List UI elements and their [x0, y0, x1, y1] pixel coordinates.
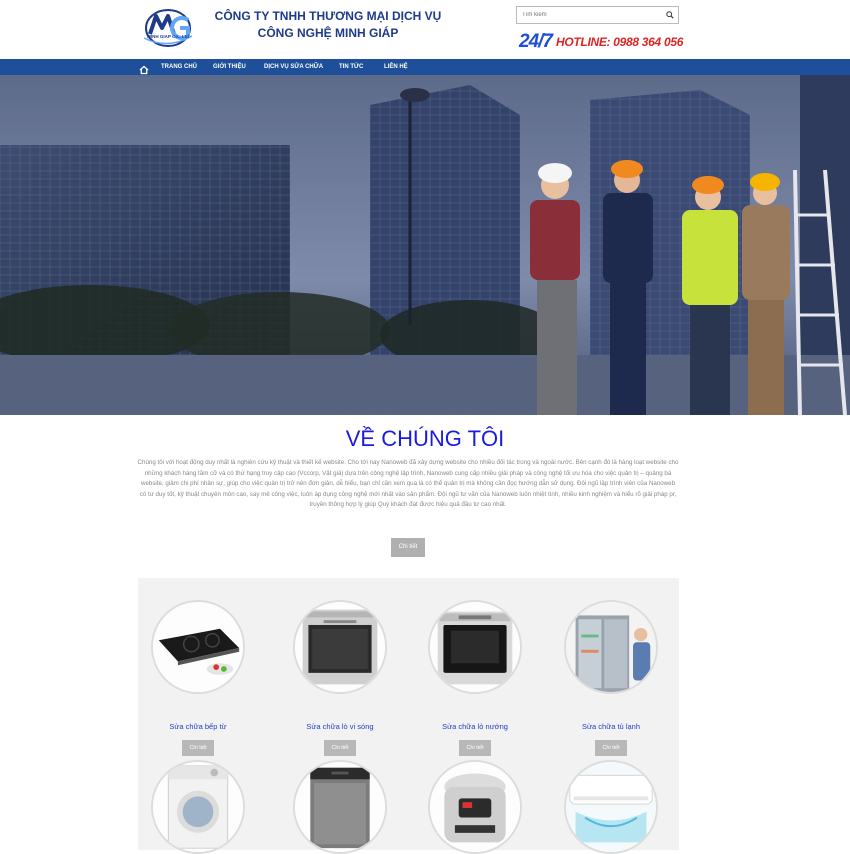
hotline-247: 24/7 — [519, 31, 553, 52]
company-name-line2: CÔNG NGHỆ MINH GIÁP — [257, 26, 399, 40]
nav-item-news[interactable]: TIN TỨC — [339, 59, 363, 75]
service-detail-button-refrigerator[interactable]: Chi tiết — [595, 740, 627, 756]
search-icon[interactable] — [661, 7, 678, 23]
service-label-oven[interactable]: Sửa chữa lò nướng — [415, 722, 535, 731]
hero-image — [0, 75, 850, 415]
dishwasher-image[interactable] — [293, 760, 387, 854]
service-label-refrigerator[interactable]: Sửa chữa tủ lạnh — [551, 722, 671, 731]
service-label-microwave[interactable]: Sửa chữa lò vi sóng — [280, 722, 400, 731]
services-section: Sửa chữa bếp từ Chi tiết Sửa chữa lò vi … — [138, 578, 679, 854]
search-input[interactable] — [517, 7, 662, 23]
induction-cooktop-image[interactable] — [151, 600, 245, 694]
hotline[interactable]: 24/7 HOTLINE: 0988 364 056 — [519, 31, 683, 52]
rice-cooker-image[interactable] — [428, 760, 522, 854]
about-detail-button[interactable]: Chi tiết — [391, 538, 425, 557]
service-label-induction[interactable]: Sửa chữa bếp từ — [138, 722, 258, 731]
hotline-number[interactable]: HOTLINE: 0988 364 056 — [556, 35, 683, 49]
nav-item-contact[interactable]: LIÊN HỆ — [384, 59, 408, 75]
company-name-line1: CÔNG TY TNHH THƯƠNG MẠI DỊCH VỤ — [214, 9, 442, 23]
nav-item-repair-services[interactable]: DỊCH VỤ SỬA CHỮA — [264, 59, 323, 75]
about-text: Chúng tôi với hoạt động duy nhất là nghi… — [137, 459, 679, 509]
refrigerator-image[interactable] — [564, 600, 658, 694]
service-detail-button-oven[interactable]: Chi tiết — [459, 740, 491, 756]
logo-caption: MINH GIAP Co., Ltd — [147, 34, 189, 39]
company-logo[interactable]: MINH GIAP Co., Ltd — [140, 6, 196, 52]
washing-machine-image[interactable] — [151, 760, 245, 854]
nav-item-home[interactable]: TRANG CHỦ — [161, 59, 197, 75]
home-icon[interactable] — [139, 62, 149, 75]
main-nav: TRANG CHỦ GIỚI THIỆU DỊCH VỤ SỬA CHỮA TI… — [0, 59, 850, 75]
oven-image[interactable] — [428, 600, 522, 694]
service-detail-button-microwave[interactable]: Chi tiết — [324, 740, 356, 756]
company-name: CÔNG TY TNHH THƯƠNG MẠI DỊCH VỤ CÔNG NGH… — [196, 8, 460, 42]
service-detail-button-induction[interactable]: Chi tiết — [182, 740, 214, 756]
nav-item-about[interactable]: GIỚI THIỆU — [213, 59, 246, 75]
hero-banner — [0, 75, 850, 415]
search-box[interactable] — [516, 6, 679, 24]
air-conditioner-image[interactable] — [564, 760, 658, 854]
microwave-image[interactable] — [293, 600, 387, 694]
about-title: VỀ CHÚNG TÔI — [345, 426, 505, 451]
site-header: MINH GIAP Co., Ltd CÔNG TY TNHH THƯƠNG M… — [0, 0, 850, 59]
